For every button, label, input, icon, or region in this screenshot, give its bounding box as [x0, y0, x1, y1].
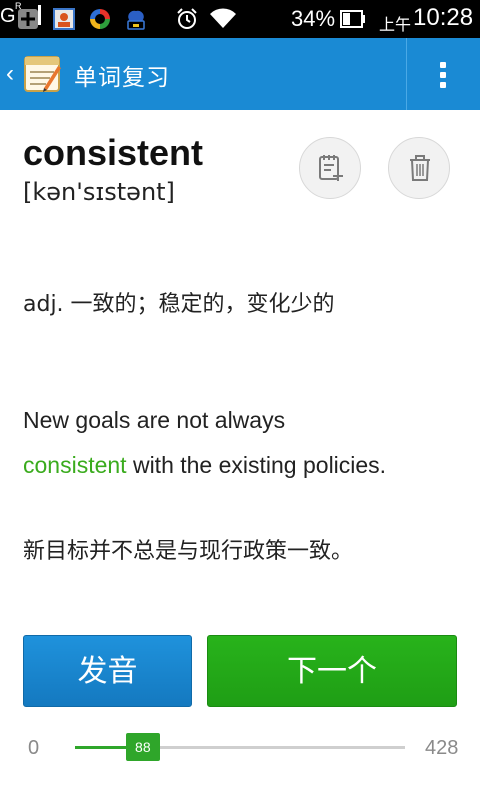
am-pm-label: 上午 — [379, 15, 412, 34]
menu-dot-icon — [440, 72, 446, 78]
pronounce-button[interactable]: 发音 — [23, 635, 192, 707]
status-bar: G R 34% 上午 10:28 — [0, 0, 480, 38]
battery-percent: 34% — [291, 6, 336, 31]
add-square-icon — [18, 9, 38, 29]
back-icon[interactable]: ‹ — [6, 60, 14, 88]
progress-max-label: 428 — [425, 737, 459, 759]
cloud-notification-icon — [127, 10, 145, 30]
contact-card-icon — [53, 8, 75, 30]
clock-time: 10:28 — [413, 4, 474, 31]
page-title: 单词复习 — [74, 65, 170, 91]
alarm-icon — [177, 8, 197, 29]
example-highlight-word: consistent — [23, 452, 127, 478]
overflow-menu-button[interactable] — [407, 38, 480, 110]
app-logo-icon[interactable] — [22, 54, 62, 94]
wifi-icon — [210, 8, 236, 28]
menu-dot-icon — [440, 82, 446, 88]
network-type-label: G — [0, 5, 16, 27]
definition-text: adj. 一致的；稳定的，变化少的 — [23, 292, 335, 317]
progress-thumb[interactable]: 88 — [125, 733, 160, 761]
menu-dot-icon — [440, 62, 446, 68]
example-sentence: New goals are not always consistent with… — [23, 398, 463, 488]
phonetic-transcription: [kən'sɪstənt] — [23, 178, 175, 206]
next-word-button[interactable]: 下一个 — [207, 635, 457, 707]
example-translation: 新目标并不总是与现行政策一致。 — [23, 539, 354, 564]
word-heading: consistent — [23, 132, 204, 173]
progress-slider[interactable]: 88 — [75, 733, 405, 761]
progress-min-label: 0 — [28, 737, 40, 759]
add-to-notebook-button[interactable] — [299, 137, 361, 199]
app-bar: ‹ 单词复习 — [0, 38, 480, 110]
example-text: with the existing policies. — [126, 452, 387, 478]
sync-app-icon — [90, 9, 110, 29]
trash-icon — [410, 155, 430, 181]
notebook-add-icon — [319, 155, 343, 181]
example-text: New goals are not always — [23, 407, 286, 433]
battery-icon — [340, 10, 365, 28]
delete-word-button[interactable] — [388, 137, 450, 199]
